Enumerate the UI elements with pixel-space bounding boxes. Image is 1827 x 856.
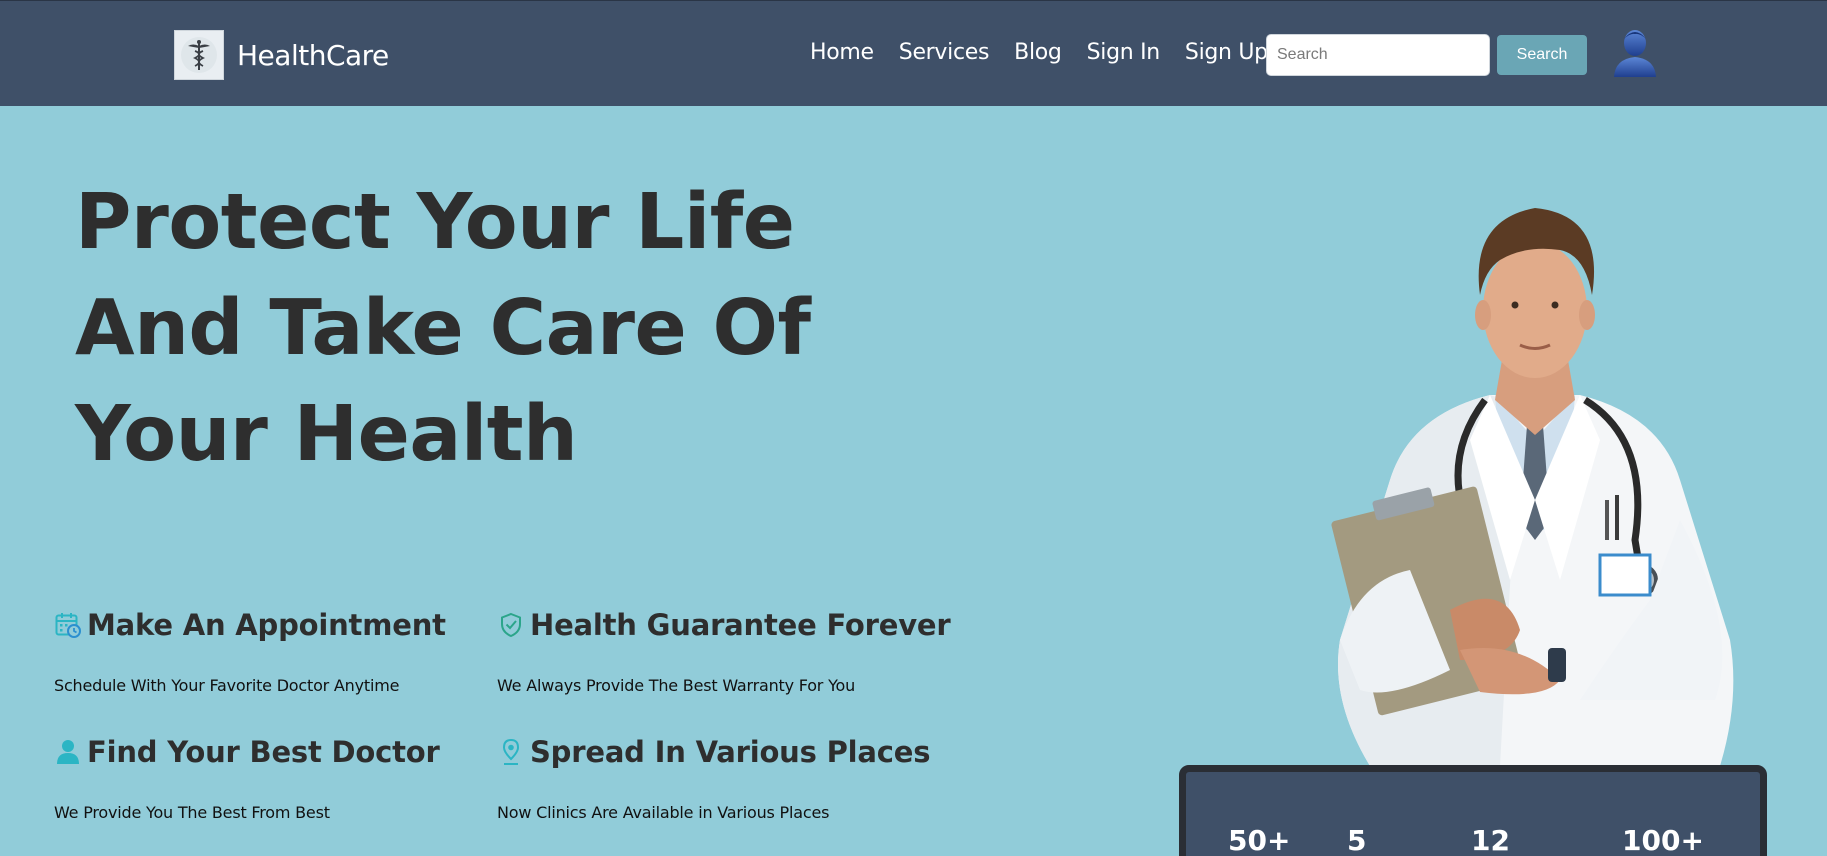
shield-check-icon <box>497 610 525 640</box>
caduceus-icon <box>174 30 224 80</box>
hero-title: Protect Your Life And Take Care Of Your … <box>75 178 811 479</box>
map-pin-icon <box>497 737 525 767</box>
nav-link-services[interactable]: Services <box>899 40 990 65</box>
user-avatar-icon[interactable] <box>1610 23 1660 77</box>
stat-value: 50+ <box>1228 824 1291 856</box>
nav-link-home[interactable]: Home <box>810 40 874 65</box>
feature-title: Find Your Best Doctor <box>87 735 440 769</box>
feature-guarantee: Health Guarantee Forever We Always Provi… <box>497 608 951 695</box>
search-button[interactable]: Search <box>1497 35 1587 75</box>
feature-title: Health Guarantee Forever <box>530 608 951 642</box>
brand[interactable]: HealthCare <box>174 30 389 80</box>
feature-description: Schedule With Your Favorite Doctor Anyti… <box>54 676 400 695</box>
search-input[interactable] <box>1266 34 1490 76</box>
feature-places: Spread In Various Places Now Clinics Are… <box>497 735 930 822</box>
navbar: HealthCare Home Services Blog Sign In Si… <box>0 0 1827 106</box>
feature-description: We Always Provide The Best Warranty For … <box>497 676 856 695</box>
nav-link-sign-up[interactable]: Sign Up <box>1185 40 1268 65</box>
stats-panel: 50+ 5 12 100+ <box>1179 765 1767 856</box>
stat-value: 12 <box>1471 824 1510 856</box>
stat-value: 5 <box>1347 824 1367 856</box>
nav-link-blog[interactable]: Blog <box>1014 40 1062 65</box>
feature-appointment: Make An Appointment Schedule With Your F… <box>54 608 446 695</box>
feature-title: Make An Appointment <box>87 608 446 642</box>
feature-title: Spread In Various Places <box>530 735 931 769</box>
feature-description: Now Clinics Are Available in Various Pla… <box>497 803 830 822</box>
main-nav: Home Services Blog Sign In Sign Up <box>810 40 1293 65</box>
nav-link-sign-in[interactable]: Sign In <box>1087 40 1161 65</box>
stat-value: 100+ <box>1622 824 1704 856</box>
brand-name: HealthCare <box>237 38 389 72</box>
doctor-image <box>1320 200 1750 766</box>
feature-description: We Provide You The Best From Best <box>54 803 330 822</box>
feature-find-doctor: Find Your Best Doctor We Provide You The… <box>54 735 440 822</box>
person-icon <box>54 737 82 767</box>
calendar-clock-icon <box>54 610 82 640</box>
